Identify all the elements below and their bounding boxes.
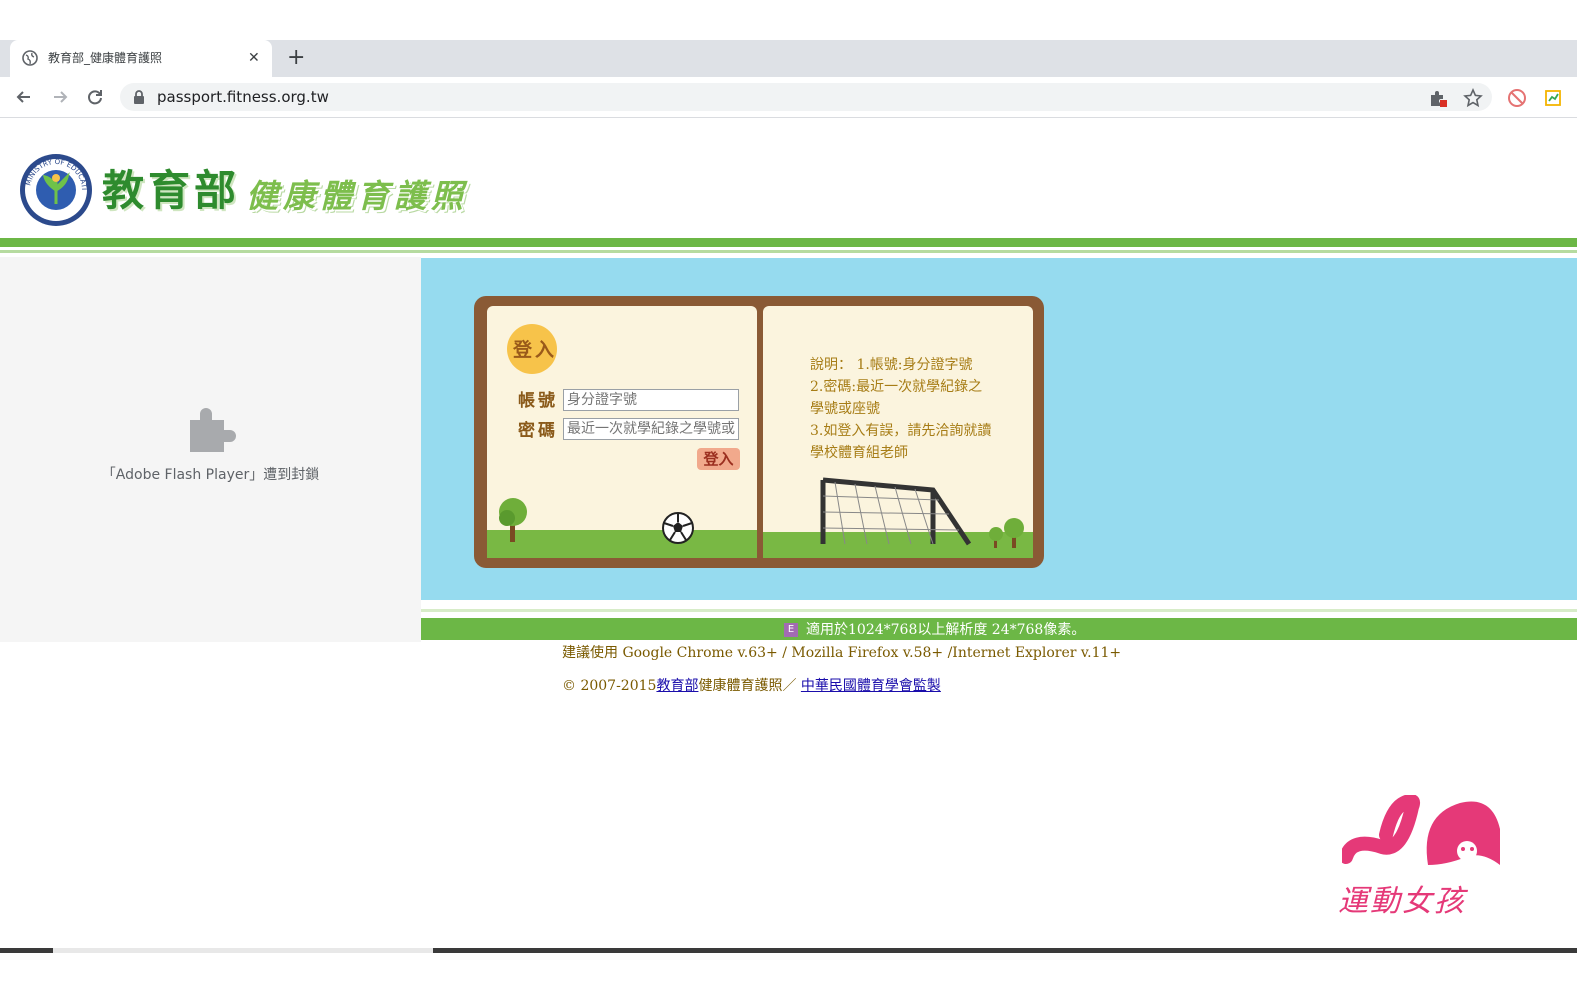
url-text[interactable]: passport.fitness.org.tw (157, 88, 329, 106)
login-note-line: 3.如登入有誤，請先洽詢就讀 (810, 423, 992, 439)
login-note-line: 學號或座號 (810, 401, 880, 417)
forward-arrow-icon[interactable] (49, 86, 71, 108)
header-divider (0, 238, 1577, 247)
header-divider-thin (0, 250, 1577, 253)
watermark-logo (1342, 795, 1500, 865)
login-badge-label: 登入 (513, 339, 558, 361)
resolution-note: 適用於1024*768以上解析度 24*768像素。 (806, 622, 1086, 638)
site-title: 教育部 (102, 166, 241, 215)
tab-title: 教育部_健康體育護照 (48, 51, 163, 65)
close-icon[interactable]: ✕ (248, 49, 260, 67)
association-link[interactable]: 中華民國體育學會監製 (801, 678, 941, 694)
soccer-goal-icon (820, 477, 972, 546)
blocked-icon[interactable] (1507, 88, 1527, 108)
extension-icon[interactable] (1428, 88, 1448, 108)
login-note-line: 2.密碼:最近一次就學紀錄之 (810, 379, 983, 395)
ministry-link[interactable]: 教育部 (656, 678, 698, 694)
resolution-badge: E (784, 623, 798, 637)
tree-icon (499, 498, 527, 542)
lock-icon[interactable] (132, 89, 146, 105)
back-arrow-icon[interactable] (13, 86, 35, 108)
footer-divider (421, 609, 1577, 612)
copyright-prefix: © 2007-2015 (562, 678, 657, 694)
bottom-strip-highlight (53, 948, 433, 953)
account-label: 帳號 (518, 391, 558, 411)
tree-icon (989, 518, 1024, 548)
soccer-ball-icon (662, 512, 694, 544)
browser-recommendation: 建議使用 Google Chrome v.63+ / Mozilla Firef… (562, 645, 1122, 661)
account-input[interactable] (563, 389, 739, 411)
copyright-middle: 健康體育護照／ (698, 678, 801, 694)
puzzle-icon (190, 408, 236, 452)
login-button[interactable]: 登入 (697, 448, 740, 470)
site-subtitle: 健康體育護照 (246, 177, 469, 215)
new-tab-button[interactable]: + (287, 45, 305, 71)
screenshot-icon[interactable] (1543, 88, 1563, 108)
reload-icon[interactable] (84, 86, 106, 108)
password-label: 密碼 (518, 421, 558, 441)
login-note-line: 學校體育組老師 (810, 445, 908, 461)
globe-icon (22, 50, 38, 66)
copyright: © 2007-2015教育部健康體育護照／ 中華民國體育學會監製 (562, 676, 941, 696)
password-input[interactable] (563, 418, 739, 440)
login-note-line: 說明： 1.帳號:身分證字號 (810, 357, 973, 373)
watermark-text: 運動女孩 (1338, 884, 1466, 919)
plugin-blocked-message: 「Adobe Flash Player」遭到封鎖 (101, 467, 320, 483)
star-icon[interactable] (1463, 88, 1483, 108)
ministry-seal-logo: MINISTRY OF EDUCATION (18, 152, 92, 226)
